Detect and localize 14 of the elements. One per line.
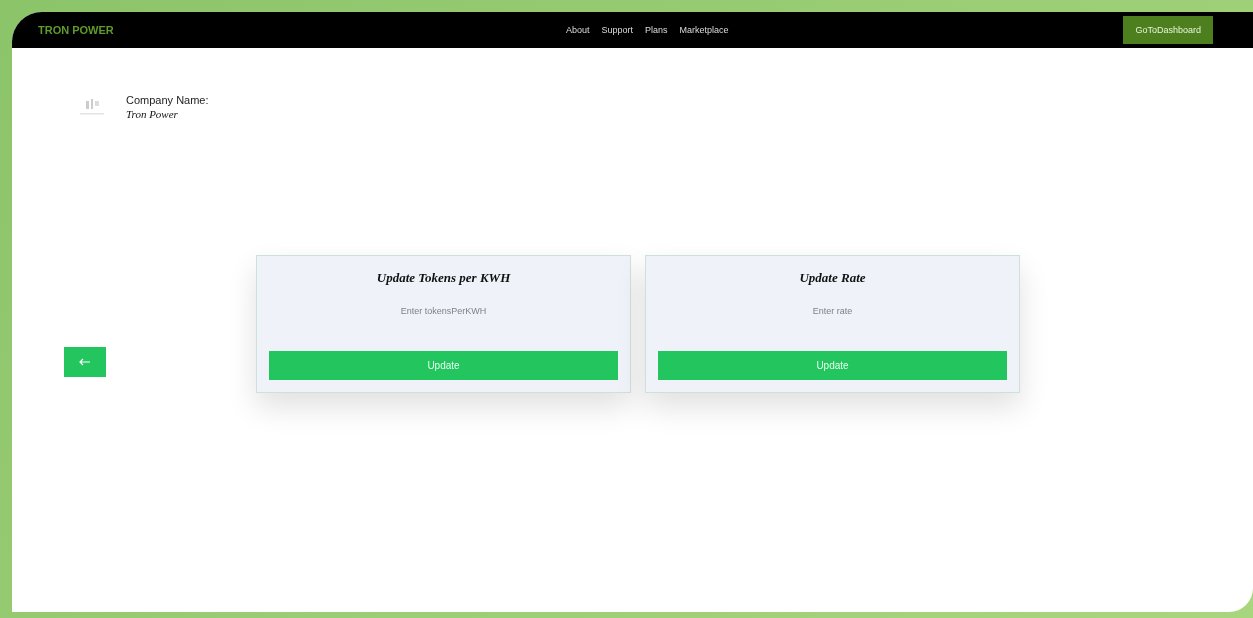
back-button[interactable] xyxy=(64,347,106,377)
back-arrow-icon xyxy=(79,358,91,366)
company-label: Company Name: xyxy=(126,94,209,106)
company-name: Tron Power xyxy=(126,108,179,120)
brand-logo: TRON POWER xyxy=(38,24,115,36)
input-field[interactable]: Enter rate xyxy=(710,304,955,318)
nav-link[interactable]: Plans xyxy=(645,25,668,35)
input-field[interactable]: Enter tokensPerKWH xyxy=(321,304,566,318)
nav-link[interactable]: Marketplace xyxy=(679,25,729,35)
dashboard-button[interactable]: GoToDashboard xyxy=(1123,16,1213,44)
nav-link[interactable]: About xyxy=(566,25,590,35)
card-title: Update Tokens per KWH xyxy=(376,270,511,286)
nav-link[interactable]: Support xyxy=(601,25,634,35)
card-title: Update Rate xyxy=(799,270,866,286)
